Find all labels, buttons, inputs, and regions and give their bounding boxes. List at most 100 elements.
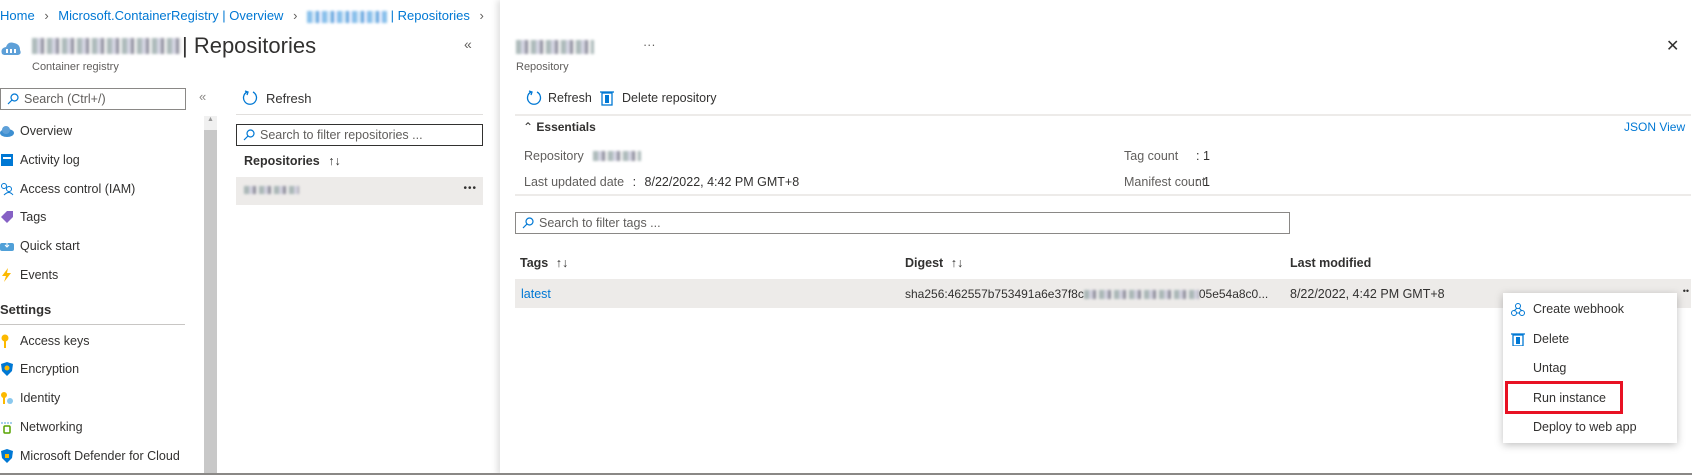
sort-icon: ↑↓ [950,256,964,270]
scroll-up-arrow[interactable]: ▲ [204,116,217,130]
sidebar-item-label: Access control (IAM) [20,182,136,196]
sidebar-item-tags[interactable]: Tags [0,207,46,227]
column-header-tags[interactable]: Tags ↑↓ [520,256,568,270]
digest-cell: sha256:462557b753491a6e37f8c 05e54a8c0... [905,287,1268,301]
sidebar-item-overview[interactable]: Overview [0,121,72,141]
tag-count-label: Tag count [1124,149,1179,163]
search-placeholder: Search to filter tags ... [539,216,661,230]
menu-item-label: Delete [1533,332,1570,346]
section-settings: Settings [0,302,52,317]
breadcrumb-home[interactable]: Home [0,8,35,23]
sidebar-item-events[interactable]: Events [0,265,58,285]
redacted-repository-value [593,151,641,161]
column-header-digest[interactable]: Digest ↑↓ [905,256,963,270]
sidebar-item-quick-start[interactable]: Quick start [0,236,80,256]
search-icon [243,129,255,141]
redacted-digest [1083,290,1199,300]
sidebar-item-label: Events [20,268,59,282]
essentials-divider [515,194,1691,196]
trash-icon [1511,333,1525,346]
collapse-blade-button[interactable]: « [464,36,472,52]
sidebar-item-encryption[interactable]: Encryption [0,359,79,379]
repos-column-header[interactable]: Repositories ↑↓ [244,154,341,168]
menu-item-delete[interactable]: Delete [1503,325,1677,353]
menu-item-label: Create webhook [1533,302,1625,316]
column-header-last-modified[interactable]: Last modified [1290,256,1371,270]
key-icon [1,334,9,348]
menu-item-create-webhook[interactable]: Create webhook [1503,295,1677,323]
registry-icon [0,38,22,58]
column-label: Repositories [244,154,320,168]
column-label: Digest [905,256,944,270]
webhook-icon [1511,303,1525,316]
refresh-label: Refresh [266,90,312,106]
sidebar-item-identity[interactable]: Identity [0,388,60,408]
blade-more-button[interactable]: ··· [643,38,656,52]
repo-row[interactable]: ••• [236,177,483,205]
blade-subtitle: Repository [516,61,569,73]
quickstart-icon [0,241,14,251]
refresh-icon [526,90,542,105]
breadcrumb: Home › Microsoft.ContainerRegistry | Ove… [0,8,490,23]
close-button[interactable]: ✕ [1666,36,1679,56]
row-more-button[interactable]: •• [1683,286,1689,296]
section-divider [0,324,185,325]
repos-search-input[interactable]: Search to filter repositories ... [236,124,483,146]
cloud-icon [0,126,14,137]
people-icon [1,183,14,196]
sidebar-search-input[interactable]: Search (Ctrl+/) [0,88,186,110]
sidebar-item-label: Microsoft Defender for Cloud [20,449,180,463]
modified-cell: 8/22/2022, 4:42 PM GMT+8 [1290,287,1445,301]
tag-link[interactable]: latest [521,287,551,301]
sidebar-item-label: Access keys [20,334,90,348]
search-placeholder: Search to filter repositories ... [260,128,423,142]
last-updated-label: Last updated date [524,175,625,189]
breadcrumb-repositories[interactable]: | Repositories [391,8,470,23]
network-icon [1,422,13,434]
chevron-right-icon: › [479,8,484,23]
delete-repository-button[interactable]: Delete repository [600,90,717,106]
chevron-right-icon: › [293,8,298,23]
sidebar-item-access-control[interactable]: Access control (IAM) [0,179,135,199]
menu-item-untag[interactable]: Untag [1503,354,1677,382]
json-view-link[interactable]: JSON View [1624,120,1685,134]
search-placeholder: Search (Ctrl+/) [24,92,106,106]
repos-refresh-button[interactable]: Refresh [242,90,312,106]
sidebar-item-networking[interactable]: Networking [0,417,83,437]
sidebar-item-label: Tags [20,210,47,224]
more-options-button[interactable]: ••• [463,183,477,194]
menu-item-deploy-web-app[interactable]: Deploy to web app [1503,413,1677,441]
chevron-right-icon: › [44,8,49,23]
sidebar-item-defender[interactable]: Microsoft Defender for Cloud [0,446,180,466]
refresh-icon [242,90,258,105]
essentials-toggle[interactable]: ⌃ Essentials [523,120,596,134]
shield-icon [1,362,13,376]
blade-refresh-button[interactable]: Refresh [526,90,592,106]
page-subtitle: Container registry [32,61,119,73]
sidebar-item-access-keys[interactable]: Access keys [0,331,89,351]
refresh-label: Refresh [548,91,592,105]
defender-icon [1,449,13,463]
sidebar-scrollbar[interactable]: ▲ [204,116,217,475]
repository-label: Repository [524,149,584,163]
separator: : [632,175,637,189]
last-updated-value: 8/22/2022, 4:42 PM GMT+8 [644,175,800,189]
sidebar-item-label: Encryption [20,362,80,376]
toolbar-divider [236,114,483,115]
sidebar-item-activity-log[interactable]: Activity log [0,150,80,170]
collapse-sidebar-button[interactable]: « [199,89,206,104]
delete-label: Delete repository [622,91,717,105]
trash-icon [600,91,614,106]
menu-item-run-instance[interactable]: Run instance [1503,381,1677,414]
essentials-label: Essentials [536,120,596,134]
digest-end: 05e54a8c0... [1198,287,1269,301]
sort-icon: ↑↓ [555,256,569,270]
breadcrumb-registry-overview[interactable]: Microsoft.ContainerRegistry | Overview [58,8,283,23]
last-updated-row: Last updated date : 8/22/2022, 4:42 PM G… [524,175,799,189]
tag-count-value: : 1 [1196,149,1210,163]
tags-search-input[interactable]: Search to filter tags ... [515,212,1290,234]
sidebar-item-label: Activity log [20,153,80,167]
sidebar-item-label: Identity [20,391,61,405]
sidebar-item-label: Overview [20,124,73,138]
manifest-count-label: Manifest count [1124,175,1206,189]
